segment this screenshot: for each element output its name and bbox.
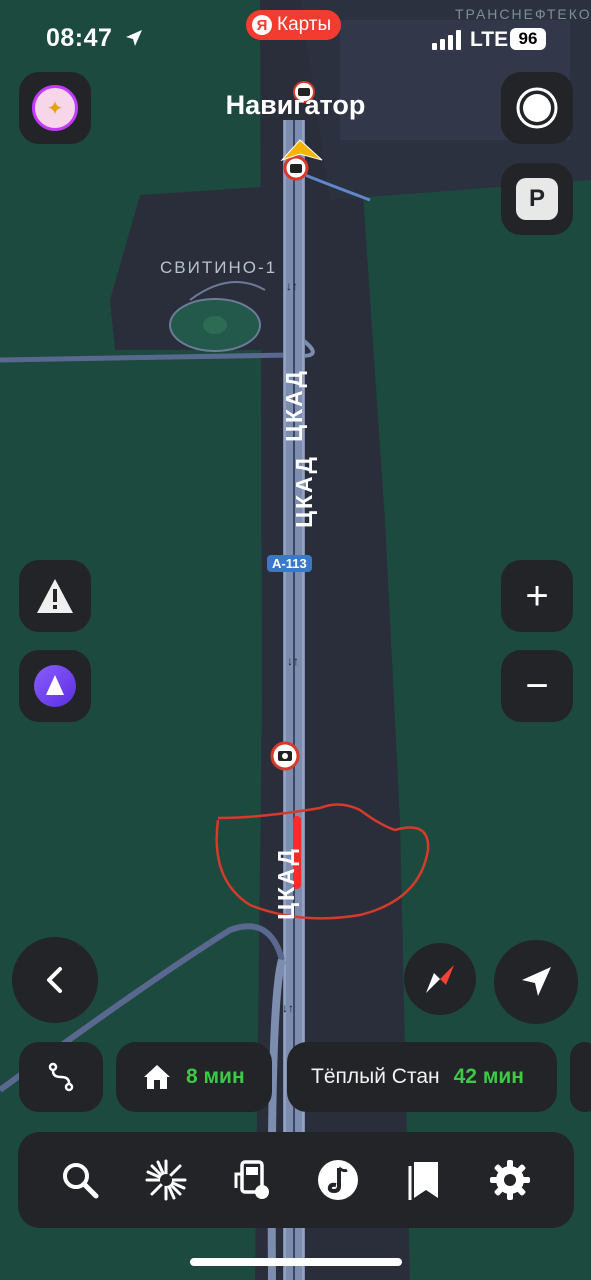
speed-dial-icon: [516, 87, 558, 129]
home-icon: [144, 1065, 170, 1089]
road-label: ЦКАД: [290, 455, 317, 528]
zoom-out-button[interactable]: −: [501, 650, 573, 722]
compass-icon: [426, 965, 454, 993]
home-eta: 8 мин: [186, 1065, 245, 1088]
settings-button[interactable]: [486, 1156, 534, 1204]
app-return-label: Карты: [277, 14, 332, 35]
map-place-label: СВИТИНО-1: [160, 258, 278, 277]
search-icon: [63, 1163, 99, 1199]
svg-text:↓↑: ↓↑: [287, 654, 299, 668]
home-route-chip[interactable]: 8 мин: [116, 1042, 272, 1112]
speed-dial-button[interactable]: [501, 72, 573, 144]
parking-icon: P: [516, 178, 558, 220]
search-button[interactable]: [56, 1156, 104, 1204]
avatar-button[interactable]: ✦: [19, 72, 91, 144]
back-button[interactable]: [12, 937, 98, 1023]
warning-icon: [37, 579, 73, 613]
fuel-button[interactable]: [228, 1156, 276, 1204]
home-indicator[interactable]: [190, 1258, 402, 1266]
locate-me-button[interactable]: [494, 940, 578, 1024]
parking-button[interactable]: P: [501, 163, 573, 235]
compass-button[interactable]: [404, 943, 476, 1015]
more-chip[interactable]: [570, 1042, 591, 1112]
network-type: LTE: [470, 28, 509, 51]
sparkle-avatar-icon: ✦: [32, 85, 78, 131]
bookmarks-icon: [408, 1162, 438, 1200]
status-time: 08:47: [46, 24, 113, 52]
explore-button[interactable]: [142, 1156, 190, 1204]
route-icon: [48, 1062, 74, 1092]
app-return-pill[interactable]: Я Карты: [246, 10, 342, 40]
battery-indicator: 96: [510, 28, 546, 50]
destination-chip[interactable]: Тёплый Стан 42 мин: [287, 1042, 557, 1112]
chevron-left-icon: [47, 967, 62, 993]
fuel-icon: [234, 1160, 269, 1199]
navigation-arrow-icon: [522, 967, 551, 996]
minus-icon: −: [525, 664, 549, 708]
bookmarks-button[interactable]: [400, 1156, 448, 1204]
destination-eta: 42 мин: [453, 1065, 524, 1088]
svg-text:↓↑: ↓↑: [282, 1001, 294, 1015]
speed-camera-marker: [283, 155, 309, 181]
road-label: ЦКАД: [280, 369, 307, 442]
road-label: ЦКАД: [272, 847, 299, 920]
location-arrow-icon: [126, 30, 142, 46]
report-incident-button[interactable]: [19, 560, 91, 632]
alice-assistant-button[interactable]: [19, 650, 91, 722]
route-options-chip[interactable]: [19, 1042, 103, 1112]
explore-icon: [145, 1159, 187, 1201]
route-shield: А-113: [267, 555, 312, 572]
destination-label: Тёплый Стан: [311, 1065, 440, 1088]
music-button[interactable]: [314, 1156, 362, 1204]
yandex-logo-icon: Я: [252, 15, 272, 35]
bottom-toolbar: [18, 1132, 574, 1228]
status-bar: 08:47 Я Карты LTE 96: [0, 0, 591, 80]
alice-icon: [34, 665, 76, 707]
music-icon: [318, 1160, 358, 1200]
signal-icon: [432, 30, 461, 50]
svg-text:↓↑: ↓↑: [286, 279, 298, 293]
zoom-in-button[interactable]: +: [501, 560, 573, 632]
plus-icon: +: [525, 574, 549, 618]
settings-icon: [490, 1160, 530, 1200]
speed-camera-marker: [270, 741, 300, 771]
